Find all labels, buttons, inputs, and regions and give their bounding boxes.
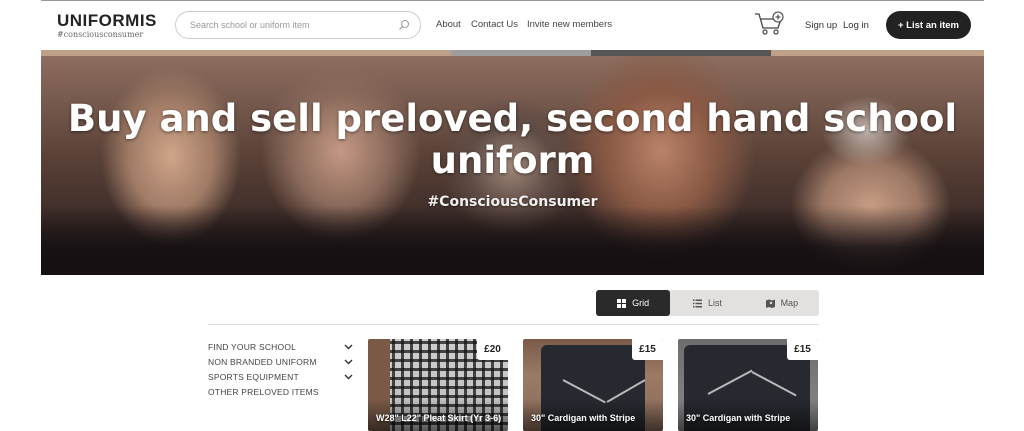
- view-toggle: Grid List Map: [596, 290, 819, 316]
- list-icon: [692, 299, 702, 307]
- hero-subtitle: #ConsciousConsumer: [427, 194, 598, 210]
- product-price: £20: [477, 339, 508, 360]
- chevron-down-icon[interactable]: [344, 374, 353, 380]
- nav-about[interactable]: About: [436, 19, 461, 30]
- product-card[interactable]: £15 30" Cardigan with Stripe: [523, 339, 663, 431]
- product-card[interactable]: £20 W28" L22" Pleat Skirt (Yr 3-6): [368, 339, 508, 431]
- logo-tagline: #consciousconsumer: [57, 30, 144, 39]
- sidebar-item-non-branded[interactable]: NON BRANDED UNIFORM: [208, 357, 317, 367]
- product-title: W28" L22" Pleat Skirt (Yr 3-6): [376, 413, 502, 423]
- logo-text: UNIFORMIS: [57, 11, 157, 30]
- product-price: £15: [632, 339, 663, 360]
- map-icon: [765, 299, 775, 308]
- product-title: 30" Cardigan with Stripe: [686, 413, 791, 423]
- logo[interactable]: UNIFORMIS #consciousconsumer: [57, 12, 157, 40]
- hero-title: Buy and sell preloved, second hand schoo…: [67, 97, 958, 182]
- site-header: UNIFORMIS #consciousconsumer About Conta…: [0, 0, 1024, 50]
- product-card[interactable]: £15 30" Cardigan with Stripe: [678, 339, 818, 431]
- hero-banner: Buy and sell preloved, second hand schoo…: [41, 56, 984, 275]
- cart-icon[interactable]: [754, 11, 786, 37]
- nav-contact-us[interactable]: Contact Us: [471, 19, 518, 30]
- search-icon[interactable]: [398, 19, 410, 31]
- nav-invite-members[interactable]: Invite new members: [527, 19, 612, 30]
- sidebar-item-sports[interactable]: SPORTS EQUIPMENT: [208, 372, 299, 382]
- signup-link[interactable]: Sign up: [805, 20, 837, 31]
- product-title: 30" Cardigan with Stripe: [531, 413, 636, 423]
- view-map-label: Map: [780, 298, 799, 308]
- view-grid-label: Grid: [632, 298, 650, 308]
- hero-photo-shadow: [41, 206, 984, 275]
- grid-icon: [617, 298, 627, 308]
- list-item-button[interactable]: + List an item: [886, 11, 971, 39]
- product-price: £15: [787, 339, 818, 360]
- login-link[interactable]: Log in: [843, 20, 869, 31]
- view-grid-button[interactable]: Grid: [596, 290, 671, 316]
- search-input[interactable]: [190, 12, 390, 38]
- content-divider: [208, 324, 819, 325]
- chevron-down-icon[interactable]: [344, 359, 353, 365]
- sidebar-item-other[interactable]: OTHER PRELOVED ITEMS: [208, 387, 319, 397]
- sidebar-item-find-school[interactable]: FIND YOUR SCHOOL: [208, 342, 296, 352]
- view-list-label: List: [707, 298, 722, 308]
- view-list-button[interactable]: List: [670, 290, 744, 316]
- search-box: [175, 11, 421, 39]
- chevron-down-icon[interactable]: [344, 344, 353, 350]
- view-map-button[interactable]: Map: [745, 290, 819, 316]
